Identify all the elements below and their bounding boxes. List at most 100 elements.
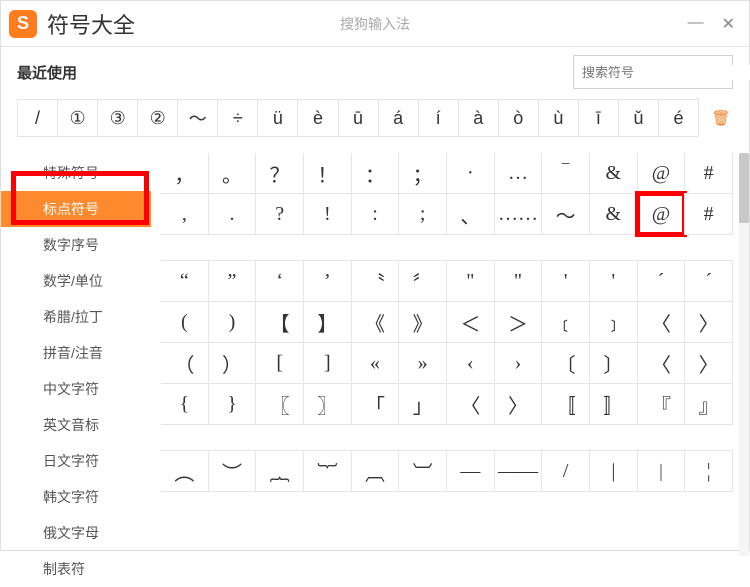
search-box[interactable]: 🔍 [573, 55, 733, 89]
close-button[interactable]: ✕ [722, 14, 735, 34]
symbol-cell[interactable]: 『 [637, 383, 686, 425]
symbol-cell[interactable]: ﹝ [541, 301, 590, 343]
symbol-cell[interactable]: （ [161, 342, 209, 384]
symbol-cell[interactable]: › [494, 342, 543, 384]
recent-symbol[interactable]: ù [538, 99, 579, 137]
clear-recent-icon[interactable]: 🗑 [709, 109, 733, 127]
recent-symbol[interactable]: / [17, 99, 58, 137]
symbol-cell[interactable]: · [446, 153, 495, 194]
recent-symbol[interactable]: é [658, 99, 699, 137]
symbol-cell[interactable]: 《 [351, 301, 400, 343]
symbol-cell[interactable]: " [494, 260, 543, 302]
symbol-cell[interactable]: @ [637, 193, 686, 235]
symbol-cell[interactable]: ） [208, 342, 257, 384]
symbol-cell[interactable]: 。 [208, 153, 257, 194]
symbol-cell[interactable]: ︺ [398, 450, 447, 492]
symbol-cell[interactable]: 〖 [255, 383, 304, 425]
symbol-cell[interactable]: ＜ [446, 301, 495, 343]
recent-symbol[interactable]: ① [57, 99, 98, 137]
scrollbar-track[interactable] [739, 153, 749, 556]
symbol-cell[interactable]: / [541, 450, 590, 492]
symbol-cell[interactable]: & [589, 153, 638, 194]
scrollbar-thumb[interactable] [739, 153, 749, 223]
symbol-cell[interactable]: ！ [303, 153, 352, 194]
sidebar-item[interactable]: 数学/单位 [1, 263, 151, 299]
symbol-cell[interactable]: 〝 [351, 260, 400, 302]
symbol-cell[interactable]: ’ [303, 260, 352, 302]
symbol-cell[interactable]: 』 [684, 383, 733, 425]
symbol-cell[interactable]: { [161, 383, 209, 425]
recent-symbol[interactable]: è [297, 99, 338, 137]
symbol-cell[interactable]: 、 [446, 193, 495, 235]
symbol-cell[interactable]: ︸ [303, 450, 352, 492]
symbol-cell[interactable]: ' [589, 260, 638, 302]
symbol-cell[interactable]: 〛 [589, 383, 638, 425]
recent-symbol[interactable]: ② [137, 99, 178, 137]
symbol-cell[interactable]: ‾ [541, 153, 590, 194]
symbol-cell[interactable]: ； [398, 153, 447, 194]
symbol-cell[interactable]: ＞ [494, 301, 543, 343]
sidebar-item[interactable]: 韩文字符 [1, 479, 151, 515]
symbol-cell[interactable]: 】 [303, 301, 352, 343]
recent-symbol[interactable]: à [458, 99, 499, 137]
recent-symbol[interactable]: ǔ [618, 99, 659, 137]
symbol-cell[interactable]: 〗 [303, 383, 352, 425]
symbol-scroll-area[interactable]: ，。？！：；·…‾&@#,.?!:;、……～&@#“”‘’〝〞""''´ˊ()【… [161, 153, 743, 556]
search-input[interactable] [582, 65, 750, 80]
symbol-cell[interactable]: » [398, 342, 447, 384]
symbol-cell[interactable]: 〉 [494, 383, 543, 425]
symbol-cell[interactable]: ¦ [684, 450, 733, 492]
symbol-cell[interactable]: « [351, 342, 400, 384]
symbol-cell[interactable]: 〉 [684, 301, 733, 343]
sidebar-item[interactable]: 俄文字母 [1, 515, 151, 551]
minimize-button[interactable]: — [688, 14, 704, 34]
sidebar-item[interactable]: 数字序号 [1, 227, 151, 263]
sidebar-item[interactable]: 特殊符号 [1, 155, 151, 191]
recent-symbol[interactable]: ū [338, 99, 379, 137]
symbol-cell[interactable]: ‹ [446, 342, 495, 384]
sidebar-item[interactable]: 制表符 [1, 551, 151, 587]
symbol-cell[interactable]: ︶ [208, 450, 257, 492]
symbol-cell[interactable]: ' [541, 260, 590, 302]
symbol-cell[interactable]: — [446, 450, 495, 492]
symbol-cell[interactable]: @ [637, 153, 686, 194]
symbol-cell[interactable]: ( [161, 301, 209, 343]
symbol-cell[interactable]: ? [255, 193, 304, 235]
symbol-cell[interactable]: } [208, 383, 257, 425]
symbol-cell[interactable]: ︱ [637, 450, 686, 492]
sidebar-item[interactable]: 中文字符 [1, 371, 151, 407]
symbol-cell[interactable]: 〔 [541, 342, 590, 384]
symbol-cell[interactable]: —— [494, 450, 543, 492]
symbol-cell[interactable]: ？ [255, 153, 304, 194]
symbol-cell[interactable]: 〈 [637, 342, 686, 384]
recent-symbol[interactable]: á [378, 99, 419, 137]
sidebar-item[interactable]: 希腊/拉丁 [1, 299, 151, 335]
symbol-cell[interactable]: 」 [398, 383, 447, 425]
symbol-cell[interactable]: " [446, 260, 495, 302]
sidebar-item[interactable]: 标点符号 [1, 191, 151, 227]
recent-symbol[interactable]: ü [257, 99, 298, 137]
symbol-cell[interactable]: “ [161, 260, 209, 302]
symbol-cell[interactable]: 「 [351, 383, 400, 425]
symbol-cell[interactable]: ´ [637, 260, 686, 302]
symbol-cell[interactable]: 〉 [684, 342, 733, 384]
recent-symbol[interactable]: ～ [177, 99, 218, 137]
symbol-cell[interactable]: , [161, 193, 209, 235]
symbol-cell[interactable]: 〞 [398, 260, 447, 302]
symbol-cell[interactable]: & [589, 193, 638, 235]
recent-symbol[interactable]: ③ [97, 99, 138, 137]
symbol-cell[interactable]: ︵ [161, 450, 209, 492]
sidebar-item[interactable]: 拼音/注音 [1, 335, 151, 371]
symbol-cell[interactable]: ! [303, 193, 352, 235]
symbol-cell[interactable]: # [684, 193, 733, 235]
symbol-cell[interactable]: 〈 [446, 383, 495, 425]
symbol-cell[interactable]: 【 [255, 301, 304, 343]
sidebar-item[interactable]: 英文音标 [1, 407, 151, 443]
symbol-cell[interactable]: … [494, 153, 543, 194]
symbol-cell[interactable]: ﹞ [589, 301, 638, 343]
recent-symbol[interactable]: ò [498, 99, 539, 137]
symbol-cell[interactable]: ” [208, 260, 257, 302]
recent-symbol[interactable]: ī [578, 99, 619, 137]
symbol-cell[interactable]: …… [494, 193, 543, 235]
symbol-cell[interactable]: ～ [541, 193, 590, 235]
